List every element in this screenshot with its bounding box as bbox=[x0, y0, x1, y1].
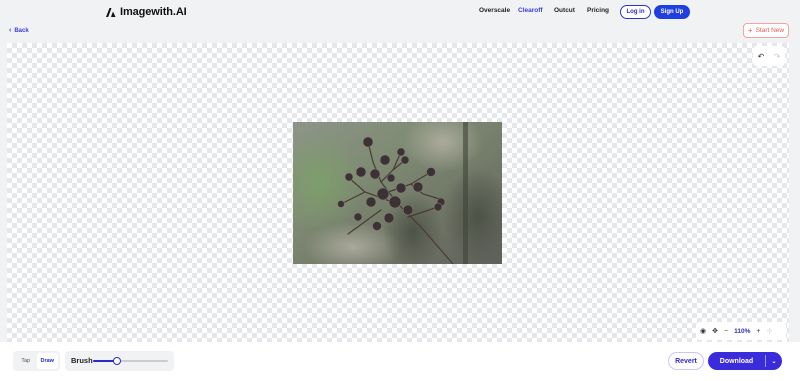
nav-item-pricing[interactable]: Pricing bbox=[587, 7, 609, 14]
revert-button[interactable]: Revert bbox=[668, 352, 704, 370]
brush-slider-thumb[interactable] bbox=[113, 357, 121, 365]
brush-size-control: Brush bbox=[65, 351, 174, 371]
zoom-value: 110% bbox=[734, 327, 751, 335]
download-label: Download bbox=[719, 357, 754, 365]
nav-item-outcut[interactable]: Outcut bbox=[554, 7, 575, 14]
header: Imagewith.AI Overscale Clearoff Outcut P… bbox=[0, 0, 800, 24]
fit-icon[interactable]: ⊹ bbox=[766, 327, 772, 335]
login-button[interactable]: Log in bbox=[620, 5, 651, 19]
eye-icon[interactable]: ◉ bbox=[700, 327, 706, 335]
logo-icon bbox=[106, 7, 116, 17]
logo[interactable]: Imagewith.AI bbox=[106, 6, 187, 18]
nav-item-clearoff[interactable]: Clearoff bbox=[518, 7, 543, 14]
zoom-panel: ◉ ✥ − 110% + ⊹ bbox=[696, 322, 786, 340]
signup-button[interactable]: Sign Up bbox=[654, 5, 690, 19]
brush-size-slider[interactable] bbox=[93, 357, 168, 365]
plus-icon: + bbox=[747, 25, 753, 35]
move-icon[interactable]: ✥ bbox=[712, 327, 718, 335]
back-chevron-icon: ‹ bbox=[9, 27, 12, 34]
start-new-label: Start New bbox=[755, 27, 785, 34]
zoom-in-icon[interactable]: + bbox=[756, 328, 760, 335]
redo-icon[interactable]: ↷ bbox=[774, 52, 781, 61]
zoom-out-icon[interactable]: − bbox=[724, 328, 728, 335]
brush-mode-toggle: Tap Draw bbox=[13, 351, 60, 371]
back-link[interactable]: ‹ Back bbox=[9, 27, 29, 34]
history-controls: ↶ ↷ bbox=[753, 46, 785, 66]
nav-item-overscale[interactable]: Overscale bbox=[479, 7, 510, 14]
download-button[interactable]: Download ⌄ bbox=[708, 352, 782, 370]
logo-text: Imagewith.AI bbox=[120, 6, 187, 18]
image-content bbox=[293, 122, 502, 264]
start-new-button[interactable]: + Start New bbox=[743, 23, 789, 38]
back-label: Back bbox=[14, 27, 29, 34]
undo-icon[interactable]: ↶ bbox=[758, 52, 765, 61]
chevron-down-icon[interactable]: ⌄ bbox=[766, 358, 782, 365]
mode-tap[interactable]: Tap bbox=[15, 353, 37, 369]
mode-draw[interactable]: Draw bbox=[36, 353, 58, 369]
edited-image[interactable] bbox=[293, 122, 502, 264]
brush-label: Brush bbox=[71, 356, 93, 365]
